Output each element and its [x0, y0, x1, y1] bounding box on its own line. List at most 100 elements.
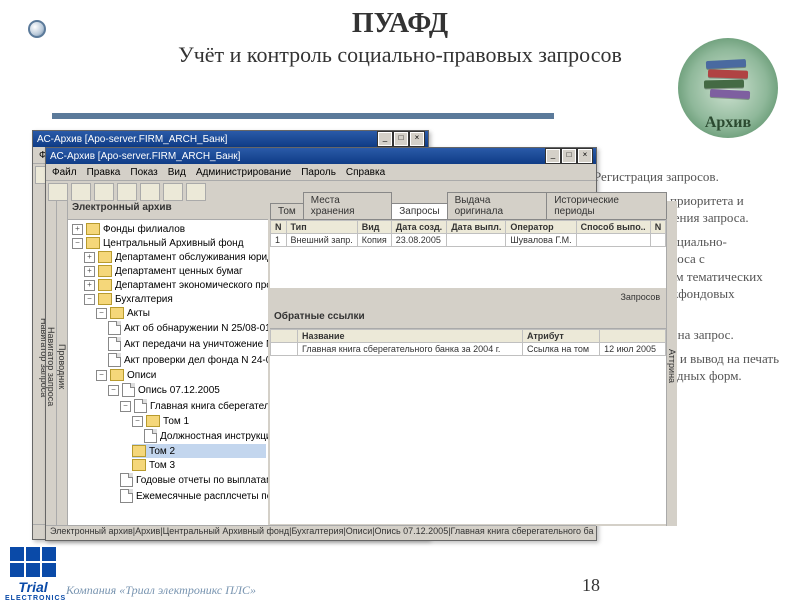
folder-icon [98, 293, 112, 305]
table-row[interactable]: 1 Внешний запр. Копия 23.08.2005 Шувалов… [271, 234, 666, 247]
tree-node[interactable]: Акты [127, 308, 150, 319]
window-front: АС-Архив [Аpo-server.FIRM_ARCH_Банк] _ □… [45, 147, 597, 541]
tree-node[interactable]: Опись 07.12.2005 [138, 385, 220, 396]
nav-left-requests[interactable]: Навигатор запроса [46, 201, 57, 526]
tree-node[interactable]: Описи [127, 370, 156, 381]
tree-node[interactable]: Департамент обслуживания юридических лиц… [115, 252, 268, 263]
toolbar-btn[interactable] [71, 183, 91, 201]
tab-tom[interactable]: Том [270, 203, 304, 219]
maximize-button[interactable]: □ [394, 132, 408, 146]
footer-company: Компания «Триал электроникс ПЛС» [66, 583, 256, 598]
company-logo: Trial ELECTRONICS [5, 547, 61, 602]
close-button[interactable]: × [578, 149, 592, 163]
folder-icon [132, 445, 146, 457]
underline-bar [52, 113, 554, 119]
tree-node[interactable]: Фонды филиалов [103, 224, 185, 235]
logo-name: Trial [5, 579, 61, 595]
col-created[interactable]: Дата созд. [391, 221, 446, 234]
archive-logo: Архив [678, 38, 778, 138]
menu-password[interactable]: Пароль [301, 167, 336, 178]
toolbar-btn[interactable] [186, 183, 206, 201]
nav-right[interactable]: Аттрина [666, 201, 677, 526]
title-bar[interactable]: АС-Архив [Аpo-server.FIRM_ARCH_Банк] _ □… [46, 148, 596, 164]
menu-show[interactable]: Показ [130, 167, 157, 178]
menu-edit[interactable]: Правка [87, 167, 121, 178]
toolbar-btn[interactable] [117, 183, 137, 201]
tab-storage[interactable]: Места хранения [303, 192, 392, 219]
tree-node[interactable]: Ежемесячные расплсчеты по текущему счету [136, 491, 268, 502]
col-date[interactable] [600, 330, 666, 343]
title-bar[interactable]: АС-Архив [Аpo-server.FIRM_ARCH_Банк] _ □… [33, 131, 428, 147]
folder-icon [132, 459, 146, 471]
desc-p1: Регистрация запросов. [594, 168, 780, 186]
doc-icon [108, 321, 121, 335]
tree-node[interactable]: Акт передачи на уничтожение N 22/08-01 о… [124, 339, 268, 350]
grid-backlinks[interactable]: Название Атрибут Главная книга сберегате… [270, 329, 666, 526]
col-method[interactable]: Способ выпо.. [576, 221, 650, 234]
slide-number: 18 [582, 575, 600, 596]
table-row[interactable]: Главная книга сберегательного банка за 2… [271, 343, 666, 356]
books-icon [696, 56, 760, 104]
folder-icon [86, 237, 100, 249]
content-panel: Том Места хранения Запросы Выдача оригин… [270, 201, 666, 526]
tab-requests[interactable]: Запросы [391, 203, 447, 219]
tree-node[interactable]: Акт об обнаружении N 25/08-01 от 25.08.2… [124, 323, 268, 334]
col-n[interactable]: N [271, 221, 287, 234]
tab-historical[interactable]: Исторические периоды [546, 192, 667, 219]
tree-node[interactable]: Департамент ценных бумаг [115, 266, 243, 277]
toolbar-btn[interactable] [163, 183, 183, 201]
archive-logo-text: Архив [678, 114, 778, 132]
menu-bar[interactable]: Файл Правка Показ Вид Администрирование … [46, 164, 596, 181]
doc-icon [144, 429, 157, 443]
menu-admin[interactable]: Администрирование [196, 167, 291, 178]
tree-node[interactable]: Главная книга сберегательного банка за 2… [150, 401, 268, 412]
menu-view[interactable]: Вид [168, 167, 186, 178]
window-title: АС-Архив [Аpo-server.FIRM_ARCH_Банк] [50, 151, 240, 162]
nav-left-explorer[interactable]: Проводник [57, 201, 68, 526]
tab-issue[interactable]: Выдача оригинала [447, 192, 548, 219]
tab-bar: Том Места хранения Запросы Выдача оригин… [270, 201, 666, 220]
menu-file[interactable]: Файл [52, 167, 77, 178]
col-attr[interactable]: Атрибут [523, 330, 600, 343]
tree-node-selected[interactable]: Том 2 [149, 446, 175, 457]
maximize-button[interactable]: □ [562, 149, 576, 163]
tree-node[interactable]: Центральный Архивный фонд [103, 238, 244, 249]
col-done[interactable]: Дата выпл. [447, 221, 506, 234]
minimize-button[interactable]: _ [378, 132, 392, 146]
toolbar-btn[interactable] [94, 183, 114, 201]
grid-requests[interactable]: N Тип Вид Дата созд. Дата выпл. Оператор… [270, 220, 666, 290]
title-main: ПУАФД [0, 8, 800, 40]
tree-node[interactable]: Бухгалтерия [115, 294, 173, 305]
slide-bullet [28, 20, 46, 38]
tree-node[interactable]: Годовые отчеты по выплатам налогов в бюд… [136, 475, 268, 486]
logo-sub: ELECTRONICS [5, 595, 61, 602]
toolbar-btn[interactable] [48, 183, 68, 201]
toolbar-btn[interactable] [140, 183, 160, 201]
menu-help[interactable]: Справка [346, 167, 385, 178]
tree-panel: Электронный архив +Фонды филиалов −Центр… [68, 201, 270, 526]
col-kind[interactable]: Вид [357, 221, 391, 234]
minimize-button[interactable]: _ [546, 149, 560, 163]
doc-icon [120, 473, 133, 487]
col-name[interactable]: Название [298, 330, 523, 343]
tree[interactable]: +Фонды филиалов −Центральный Архивный фо… [68, 220, 268, 506]
folder-icon [98, 279, 112, 291]
col-type[interactable]: Тип [286, 221, 357, 234]
tree-node[interactable]: Акт проверки дел фонда N 24-08/01 от 24.… [124, 355, 268, 366]
tree-node[interactable]: Том 3 [149, 460, 175, 471]
folder-icon [110, 307, 124, 319]
folder-icon [146, 415, 160, 427]
tree-node[interactable]: Департамент экономического прогнозирован… [115, 280, 268, 291]
window-title: АС-Архив [Аpo-server.FIRM_ARCH_Банк] [37, 134, 227, 145]
tree-header: Электронный архив [68, 201, 268, 220]
col-operator[interactable]: Оператор [506, 221, 576, 234]
folder-icon [86, 223, 100, 235]
tree-node[interactable]: Том 1 [163, 416, 189, 427]
col-icon[interactable] [271, 330, 298, 343]
col-n2[interactable]: N [650, 221, 666, 234]
close-button[interactable]: × [410, 132, 424, 146]
tree-node[interactable]: Должностная инструкция Главного бухгалте… [160, 431, 268, 442]
doc-icon [108, 353, 121, 367]
folder-icon [98, 251, 112, 263]
section-backlinks: Обратные ссылки [270, 310, 666, 329]
